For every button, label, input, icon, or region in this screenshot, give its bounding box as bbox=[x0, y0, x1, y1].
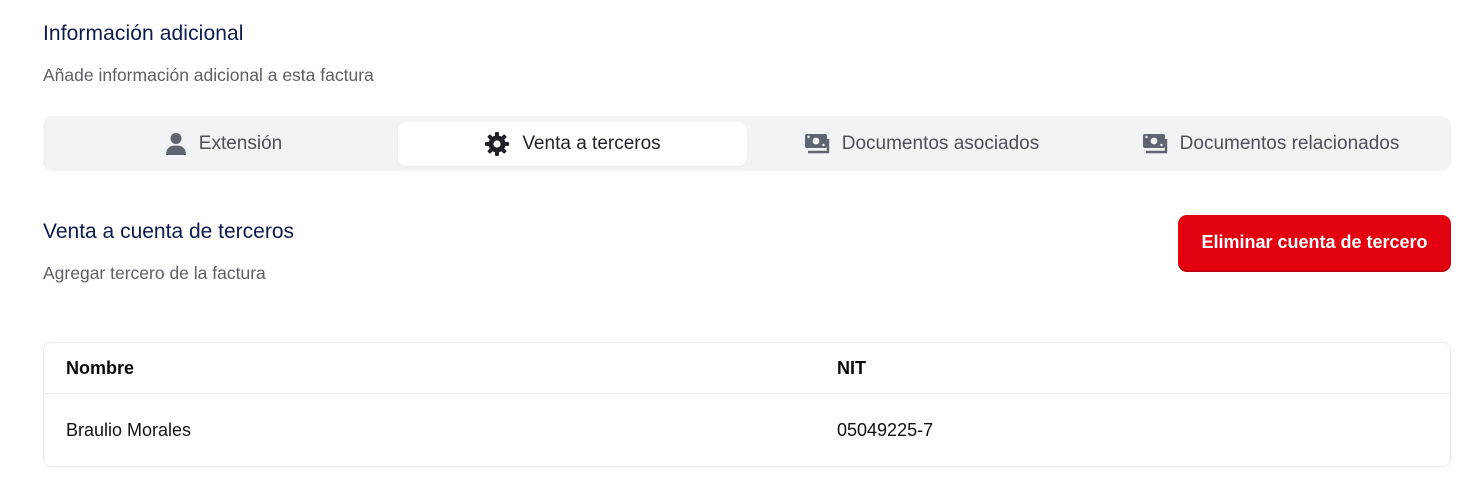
tab-label: Documentos relacionados bbox=[1179, 132, 1400, 154]
gear-icon bbox=[484, 131, 510, 157]
page: Información adicional Añade información … bbox=[0, 0, 1483, 481]
user-icon bbox=[165, 132, 187, 156]
table-row: Braulio Morales 05049225-7 bbox=[44, 394, 1450, 466]
money-bill-icon bbox=[804, 133, 830, 155]
tab-extension[interactable]: Extensión bbox=[49, 122, 398, 166]
section-title: Información adicional bbox=[43, 22, 244, 45]
tab-related-documents[interactable]: Documentos relacionados bbox=[1096, 122, 1445, 166]
cell-nit: 05049225-7 bbox=[837, 420, 934, 440]
money-bill-icon bbox=[1142, 133, 1168, 155]
tab-third-party-sale[interactable]: Venta a terceros bbox=[398, 121, 747, 166]
delete-third-party-button[interactable]: Eliminar cuenta de tercero bbox=[1178, 215, 1451, 270]
tab-associated-documents[interactable]: Documentos asociados bbox=[747, 122, 1096, 166]
tab-bar: Extensión Venta a terceros Documentos as… bbox=[43, 116, 1451, 171]
tab-label: Venta a terceros bbox=[522, 132, 661, 154]
section-subtitle: Añade información adicional a esta factu… bbox=[43, 65, 374, 85]
third-party-table: Nombre NIT Braulio Morales 05049225-7 bbox=[43, 342, 1451, 467]
column-header-name: Nombre bbox=[66, 357, 135, 378]
tab-label: Extensión bbox=[198, 132, 283, 154]
third-party-title: Venta a cuenta de terceros bbox=[43, 220, 295, 243]
table-header: Nombre NIT bbox=[44, 343, 1450, 394]
tab-label: Documentos asociados bbox=[841, 132, 1040, 154]
third-party-subtitle: Agregar tercero de la factura bbox=[43, 263, 266, 283]
cell-name: Braulio Morales bbox=[66, 420, 192, 440]
column-header-nit: NIT bbox=[837, 357, 866, 378]
